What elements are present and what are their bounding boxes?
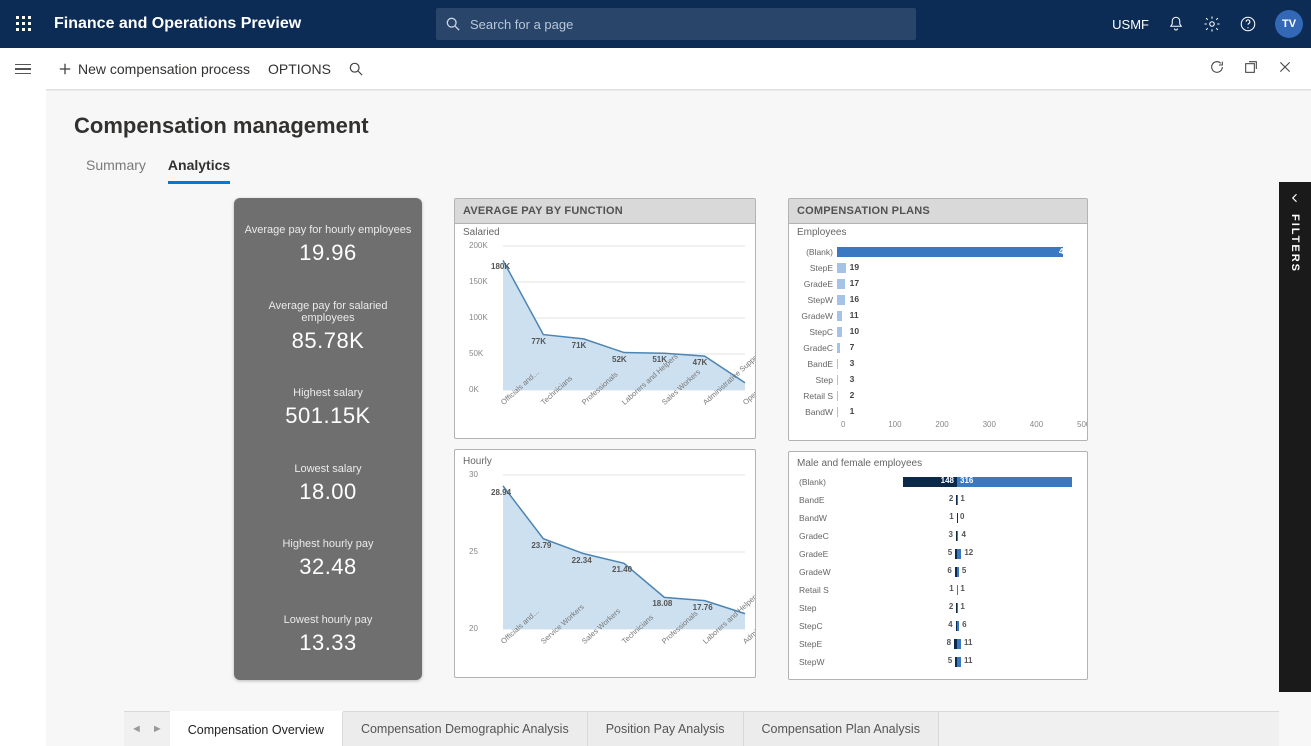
bar-category: StepW [799,657,837,667]
bar-category: StepC [799,621,837,631]
bar-category: GradeC [799,343,837,353]
avatar[interactable]: TV [1275,10,1303,38]
kpi-card: Average pay for hourly employees 19.96 Ave… [234,198,422,680]
bar-category: GradeE [799,549,837,559]
male-female-panel[interactable]: Male and female employees (Blank) 148 31… [788,451,1088,680]
close-icon[interactable] [1277,59,1293,78]
bar-category: GradeC [799,531,837,541]
popout-icon[interactable] [1243,59,1259,78]
avg-pay-panel[interactable]: AVERAGE PAY BY FUNCTION Salaried 0K50K10… [454,198,756,439]
options-button[interactable]: OPTIONS [268,61,331,77]
btab-demographic[interactable]: Compensation Demographic Analysis [343,712,588,746]
kpi-label: Lowest hourly pay [244,614,412,626]
settings-gear-icon[interactable] [1203,15,1221,33]
kpi-value: 501.15K [244,403,412,429]
global-search[interactable] [436,8,916,40]
bar-category: StepC [799,327,837,337]
bar-category: StepE [799,263,837,273]
tab-summary[interactable]: Summary [86,153,146,184]
panel-sub-hourly: Hourly [455,450,755,467]
avg-pay-hourly-panel[interactable]: Hourly 20253028.9423.7922.3421.4018.0817… [454,449,756,678]
new-compensation-process-button[interactable]: New compensation process [58,61,250,77]
bar-category: BandE [799,495,837,505]
panel-header: AVERAGE PAY BY FUNCTION [455,199,755,224]
options-label: OPTIONS [268,61,331,77]
panel-sub-mf: Male and female employees [789,452,1087,469]
kpi-value: 19.96 [244,240,412,266]
kpi-label: Average pay for hourly employees [244,224,412,236]
bar-category: GradeW [799,567,837,577]
help-icon[interactable] [1239,15,1257,33]
kpi-label: Average pay for salaried employees [244,300,412,324]
kpi-label: Highest salary [244,387,412,399]
panel-header: COMPENSATION PLANS [789,199,1087,224]
bar-category: Retail S [799,585,837,595]
search-icon [446,17,460,31]
bar-category: GradeE [799,279,837,289]
btab-overview[interactable]: Compensation Overview [170,711,343,746]
notifications-icon[interactable] [1167,15,1185,33]
app-title: Finance and Operations Preview [54,15,301,33]
bar-category: (Blank) [799,247,837,257]
refresh-icon[interactable] [1209,59,1225,78]
bar-category: Step [799,603,837,613]
chevron-left-icon [1289,192,1301,204]
btab-plan[interactable]: Compensation Plan Analysis [744,712,939,746]
bar-category: StepE [799,639,837,649]
kpi-label: Highest hourly pay [244,538,412,550]
bar-category: BandW [799,513,837,523]
kpi-value: 32.48 [244,554,412,580]
filters-tab[interactable]: FILTERS [1279,182,1311,692]
action-search-button[interactable] [349,62,363,76]
tab-analytics[interactable]: Analytics [168,153,230,184]
bar-category: GradeW [799,311,837,321]
bar-category: BandW [799,407,837,417]
salaried-chart[interactable]: 0K50K100K150K200K180K77K71K52K51K47KOffi… [455,238,755,438]
tab-nav-prev[interactable]: ◄ [128,723,145,735]
tab-nav-next[interactable]: ► [149,723,166,735]
btab-position[interactable]: Position Pay Analysis [588,712,744,746]
bar-category: Retail S [799,391,837,401]
app-launcher-icon[interactable] [0,0,48,48]
bar-category: BandE [799,359,837,369]
bar-category: (Blank) [799,477,837,487]
male-female-bar-chart[interactable]: (Blank) 148 316 BandE 2 1 BandW 1 0 Grad… [789,469,1087,679]
kpi-value: 85.78K [244,328,412,354]
bar-category: StepW [799,295,837,305]
kpi-label: Lowest salary [244,463,412,475]
compensation-plans-panel[interactable]: COMPENSATION PLANS Employees (Blank) 470… [788,198,1088,441]
filters-label: FILTERS [1289,214,1301,273]
search-input[interactable] [468,16,906,33]
nav-hamburger[interactable] [0,48,46,90]
bar-category: Step [799,375,837,385]
kpi-value: 18.00 [244,479,412,505]
kpi-value: 13.33 [244,630,412,656]
search-icon [349,62,363,76]
page-title: Compensation management [74,113,1283,139]
report-tabs: ◄ ► Compensation Overview Compensation De… [124,711,1279,746]
hourly-chart[interactable]: 20253028.9423.7922.3421.4018.0817.76Offi… [455,467,755,677]
plus-icon [58,62,72,76]
company-picker[interactable]: USMF [1112,17,1149,32]
panel-sub-salaried: Salaried [455,224,755,238]
new-process-label: New compensation process [78,61,250,77]
employees-bar-chart[interactable]: (Blank) 470StepE 19GradeE 17StepW 16Grad… [789,238,1087,440]
panel-sub-emp: Employees [789,224,1087,238]
